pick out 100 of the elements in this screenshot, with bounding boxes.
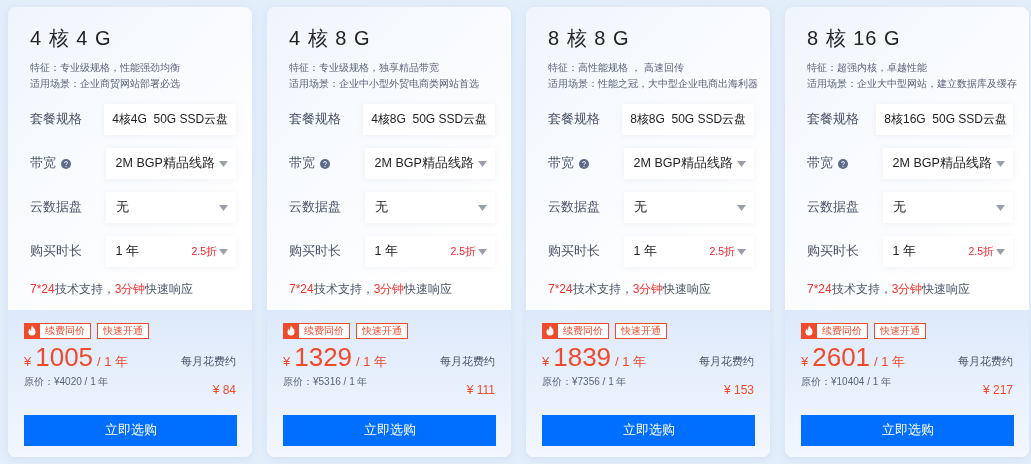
option-label: 购买时长 (807, 243, 859, 260)
option-label: 购买时长 (30, 243, 82, 260)
price: 2601 (812, 342, 871, 373)
select-field[interactable]: 无 (882, 192, 1013, 223)
option-label: 带宽 (30, 155, 56, 172)
monthly-label: 每月花费约 (699, 355, 754, 369)
buy-button[interactable]: 立即选购 (283, 415, 496, 446)
plan-features: 特征：超强内核，卓越性能 (807, 61, 927, 75)
plan-features: 特征：专业级规格，独享精品带宽 (289, 61, 439, 75)
option-label: 带宽 (548, 155, 574, 172)
spec-field: 4核4G 50G SSD云盘 (104, 104, 236, 135)
select-field[interactable]: 1 年 2.5折 (882, 236, 1013, 267)
help-icon[interactable] (838, 158, 848, 169)
caret-icon (219, 204, 228, 211)
currency-sign: ¥ (24, 354, 32, 369)
currency-sign: ¥ (542, 354, 550, 369)
caret-icon (219, 248, 228, 255)
monthly-label: 每月花费约 (181, 355, 236, 369)
original-price: 原价：¥10404 / 1 年 (801, 375, 892, 389)
plan-title: 8 核 8 G (548, 26, 630, 51)
option-label: 云数据盘 (30, 199, 82, 216)
buy-button[interactable]: 立即选购 (542, 415, 755, 446)
help-icon[interactable] (579, 158, 589, 169)
price-period: / 1 年 (615, 353, 647, 371)
caret-icon (737, 160, 746, 167)
fast-tag: 快速开通 (356, 323, 408, 339)
monthly-label: 每月花费约 (958, 355, 1013, 369)
caret-icon (737, 248, 746, 255)
option-label: 购买时长 (289, 243, 341, 260)
option-label: 套餐规格 (289, 111, 341, 128)
currency-sign: ¥ (801, 354, 809, 369)
option-label: 套餐规格 (30, 111, 82, 128)
support-note: 7*24技术支持，3分钟快速响应 (30, 281, 194, 298)
option-label: 带宽 (289, 155, 315, 172)
plan-features: 特征：高性能规格 ， 高速回传 (548, 61, 684, 75)
plan-title: 4 核 4 G (30, 26, 112, 51)
spec-field: 8核8G 50G SSD云盘 (622, 104, 754, 135)
select-field[interactable]: 无 (105, 192, 236, 223)
caret-icon (478, 248, 487, 255)
select-field[interactable]: 1 年 2.5折 (364, 236, 495, 267)
caret-icon (996, 204, 1005, 211)
monthly-price: ¥ 111 (466, 383, 495, 397)
flame-icon (24, 322, 40, 339)
flame-icon (542, 322, 558, 339)
select-field[interactable]: 2M BGP精品线路 (623, 148, 754, 179)
option-label: 带宽 (807, 155, 833, 172)
price-period: / 1 年 (874, 353, 906, 371)
currency-sign: ¥ (283, 354, 291, 369)
select-field[interactable]: 无 (364, 192, 495, 223)
select-field[interactable]: 2M BGP精品线路 (105, 148, 236, 179)
option-label: 云数据盘 (548, 199, 600, 216)
spec-field: 8核16G 50G SSD云盘 (876, 104, 1013, 135)
select-field[interactable]: 1 年 2.5折 (623, 236, 754, 267)
caret-icon (219, 160, 228, 167)
caret-icon (996, 160, 1005, 167)
monthly-price: ¥ 153 (723, 383, 754, 397)
buy-button[interactable]: 立即选购 (24, 415, 237, 446)
monthly-price: ¥ 217 (982, 383, 1013, 397)
monthly-label: 每月花费约 (440, 355, 495, 369)
option-label: 套餐规格 (807, 111, 859, 128)
buy-button[interactable]: 立即选购 (801, 415, 1014, 446)
select-field[interactable]: 2M BGP精品线路 (882, 148, 1013, 179)
plan-scenario: 适用场景：企业大中型网站，建立数据库及缓存 (807, 77, 1017, 91)
caret-icon (737, 204, 746, 211)
fast-tag: 快速开通 (97, 323, 149, 339)
plan-scenario: 适用场景：性能之冠，大中型企业电商出海利器 (548, 77, 758, 91)
price: 1839 (553, 342, 612, 373)
renewal-tag: 续费同价 (283, 323, 350, 339)
spec-field: 4核8G 50G SSD云盘 (363, 104, 495, 135)
plan-scenario: 适用场景：企业中小型外贸电商类网站首选 (289, 77, 479, 91)
flame-icon (801, 322, 817, 339)
original-price: 原价：¥5316 / 1 年 (283, 375, 368, 389)
caret-icon (996, 248, 1005, 255)
renewal-tag: 续费同价 (24, 323, 91, 339)
renewal-tag: 续费同价 (801, 323, 868, 339)
support-note: 7*24技术支持，3分钟快速响应 (289, 281, 453, 298)
original-price: 原价：¥7356 / 1 年 (542, 375, 627, 389)
fast-tag: 快速开通 (874, 323, 926, 339)
support-note: 7*24技术支持，3分钟快速响应 (548, 281, 712, 298)
help-icon[interactable] (320, 158, 330, 169)
price: 1005 (35, 342, 94, 373)
help-icon[interactable] (61, 158, 71, 169)
plan-features: 特征：专业级规格，性能强劲均衡 (30, 61, 180, 75)
support-note: 7*24技术支持，3分钟快速响应 (807, 281, 971, 298)
select-field[interactable]: 无 (623, 192, 754, 223)
caret-icon (478, 160, 487, 167)
monthly-price: ¥ 84 (212, 383, 236, 397)
option-label: 购买时长 (548, 243, 600, 260)
original-price: 原价：¥4020 / 1 年 (24, 375, 109, 389)
caret-icon (478, 204, 487, 211)
plan-title: 8 核 16 G (807, 26, 901, 51)
flame-icon (283, 322, 299, 339)
option-label: 云数据盘 (289, 199, 341, 216)
option-label: 套餐规格 (548, 111, 600, 128)
select-field[interactable]: 1 年 2.5折 (105, 236, 236, 267)
price: 1329 (294, 342, 353, 373)
select-field[interactable]: 2M BGP精品线路 (364, 148, 495, 179)
plan-title: 4 核 8 G (289, 26, 371, 51)
fast-tag: 快速开通 (615, 323, 667, 339)
price-period: / 1 年 (356, 353, 388, 371)
